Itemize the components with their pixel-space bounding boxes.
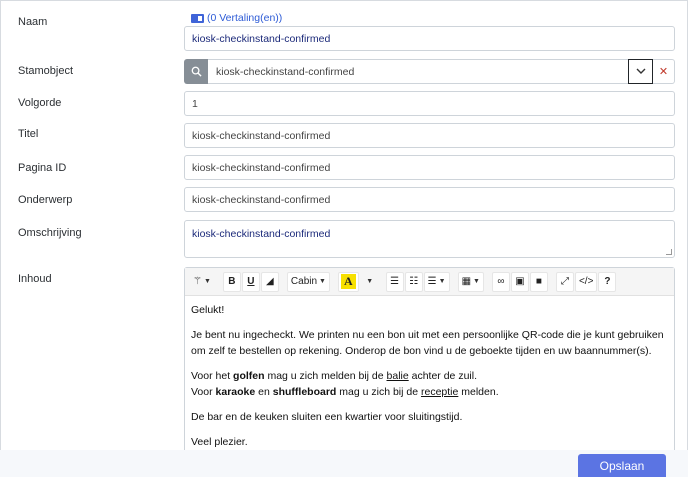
inhoud-label: Inhoud — [18, 273, 52, 285]
paragraph: De bar en de keuken sluiten een kwartier… — [191, 411, 463, 423]
stamobject-value[interactable]: kiosk-checkinstand-confirmed — [208, 59, 628, 84]
video-icon: ■ — [535, 276, 542, 287]
bold-button[interactable]: B — [222, 271, 241, 292]
pagina-id-input[interactable]: kiosk-checkinstand-confirmed — [184, 155, 675, 180]
search-button[interactable] — [184, 59, 208, 84]
editor-toolbar: ⚚ ▼ B U ◢ Cabin ▼ A ▼ ☰ ☷ ☰ ▼ ▦ ▼ ∞ ▣ ■ ⤢ </… — [185, 268, 674, 296]
link-button[interactable]: ∞ — [491, 271, 510, 292]
caret-down-icon: ▼ — [366, 278, 374, 285]
caret-down-icon: ▼ — [438, 278, 446, 285]
text-color-icon: A — [340, 274, 356, 289]
stamobject-label: Stamobject — [18, 65, 74, 77]
volgorde-input[interactable]: 1 — [184, 91, 675, 116]
paragraph: Voor het golfen mag u zich melden bij de… — [191, 370, 499, 398]
clear-button[interactable]: ✕ — [653, 59, 675, 84]
table-icon: ▦ — [461, 276, 472, 287]
fullscreen-icon: ⤢ — [560, 276, 569, 287]
caret-down-icon: ▼ — [473, 278, 480, 285]
search-icon — [191, 66, 202, 77]
volgorde-label: Volgorde — [18, 97, 62, 109]
font-family-select[interactable]: Cabin ▼ — [286, 271, 330, 292]
pagina-id-label: Pagina ID — [18, 162, 67, 174]
chevron-down-icon — [636, 68, 645, 74]
omschrijving-value: kiosk-checkinstand-confirmed — [192, 228, 331, 240]
help-button[interactable]: ? — [598, 271, 617, 292]
naam-label: Naam — [18, 16, 48, 28]
help-icon: ? — [604, 276, 611, 287]
align-left-icon: ☰ — [427, 276, 437, 287]
caret-down-icon: ▼ — [203, 278, 211, 285]
onderwerp-label: Onderwerp — [18, 194, 73, 206]
omschrijving-textarea[interactable]: kiosk-checkinstand-confirmed — [184, 220, 675, 258]
table-button[interactable]: ▦ ▼ — [457, 271, 484, 292]
codeview-button[interactable]: </> — [574, 271, 598, 292]
dropdown-toggle[interactable] — [628, 59, 653, 84]
translations-link[interactable]: (0 Vertaling(en)) — [191, 12, 282, 24]
omschrijving-label: Omschrijving — [18, 227, 82, 239]
editor-content[interactable]: Gelukt! Je bent nu ingecheckt. We printe… — [185, 296, 674, 465]
underline-button[interactable]: U — [241, 271, 260, 292]
onderwerp-input[interactable]: kiosk-checkinstand-confirmed — [184, 187, 675, 212]
list-ol-icon: ☷ — [409, 276, 419, 287]
language-flag-icon — [191, 13, 204, 23]
bold-icon: B — [228, 276, 236, 287]
fullscreen-button[interactable]: ⤢ — [555, 271, 574, 292]
caret-down-icon: ▼ — [319, 278, 326, 285]
magic-wand-icon: ⚚ — [193, 276, 202, 287]
text-color-button[interactable]: A — [337, 271, 359, 292]
underline-icon: U — [247, 276, 255, 287]
image-icon: ▣ — [515, 276, 525, 287]
resize-handle-icon[interactable] — [666, 249, 672, 255]
code-icon: </> — [578, 276, 594, 287]
translations-link-text[interactable]: (0 Vertaling(en)) — [207, 12, 282, 24]
video-button[interactable]: ■ — [529, 271, 548, 292]
align-button[interactable]: ☰ ▼ — [423, 271, 450, 292]
clear-format-button[interactable]: ◢ — [260, 271, 279, 292]
image-button[interactable]: ▣ — [510, 271, 529, 292]
font-family-value: Cabin — [290, 276, 318, 287]
text-color-dropdown[interactable]: ▼ — [360, 272, 378, 292]
rich-text-editor[interactable]: ⚚ ▼ B U ◢ Cabin ▼ A ▼ ☰ ☷ ☰ ▼ ▦ ▼ ∞ ▣ ■ ⤢ </… — [184, 267, 675, 467]
titel-input[interactable]: kiosk-checkinstand-confirmed — [184, 123, 675, 148]
unordered-list-button[interactable]: ☰ — [385, 271, 404, 292]
paragraph: Je bent nu ingecheckt. We printen nu een… — [191, 329, 664, 357]
paragraph: Veel plezier. — [191, 436, 248, 448]
link-icon: ∞ — [497, 276, 505, 287]
save-button[interactable]: Opslaan — [578, 454, 666, 477]
eraser-icon: ◢ — [266, 276, 274, 287]
ordered-list-button[interactable]: ☷ — [404, 271, 423, 292]
naam-input[interactable]: kiosk-checkinstand-confirmed — [184, 26, 675, 51]
magic-button[interactable]: ⚚ ▼ — [189, 272, 215, 292]
stamobject-select[interactable]: kiosk-checkinstand-confirmed ✕ — [184, 59, 675, 84]
paragraph: Gelukt! — [191, 304, 225, 316]
titel-label: Titel — [18, 128, 39, 140]
list-ul-icon: ☰ — [390, 276, 400, 287]
close-icon: ✕ — [658, 66, 669, 78]
